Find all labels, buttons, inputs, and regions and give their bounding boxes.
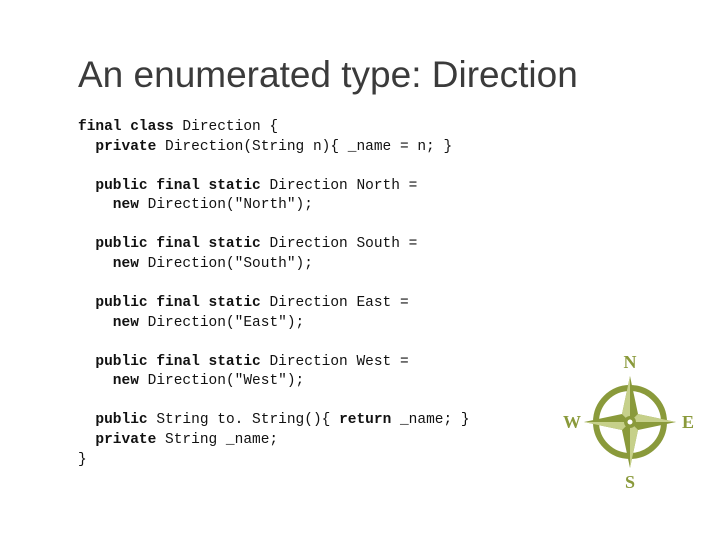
compass-s: S: [625, 472, 635, 492]
code-text: Direction West =: [269, 354, 408, 370]
kw: new: [78, 197, 148, 213]
code-text: Direction("North");: [148, 197, 313, 213]
code-text: [78, 393, 87, 409]
kw: new: [78, 256, 148, 272]
code-text: Direction South =: [269, 236, 417, 252]
kw: public final static: [78, 236, 269, 252]
compass-w: W: [563, 412, 581, 432]
kw: new: [78, 315, 148, 331]
code-text: Direction {: [182, 119, 278, 135]
kw: private: [78, 432, 165, 448]
kw: final class: [78, 119, 182, 135]
code-text: [78, 276, 87, 292]
kw: public: [78, 412, 156, 428]
compass-n: N: [624, 352, 637, 372]
code-text: [78, 158, 87, 174]
code-text: String to. String(){: [156, 412, 339, 428]
code-text: [78, 217, 87, 233]
kw: public final static: [78, 295, 269, 311]
code-text: [78, 334, 87, 350]
code-text: String _name;: [165, 432, 278, 448]
code-text: }: [78, 452, 87, 468]
code-text: Direction(String n){ _name = n; }: [165, 139, 452, 155]
code-text: Direction("East");: [148, 315, 305, 331]
kw: new: [78, 373, 148, 389]
kw: public final static: [78, 178, 269, 194]
code-text: Direction("West");: [148, 373, 305, 389]
code-text: Direction("South");: [148, 256, 313, 272]
kw: public final static: [78, 354, 269, 370]
slide-title: An enumerated type: Direction: [78, 54, 650, 96]
kw: private: [78, 139, 165, 155]
compass-e: E: [682, 412, 694, 432]
kw: return: [339, 412, 400, 428]
compass-icon: N S E W: [560, 352, 700, 492]
code-text: Direction East =: [269, 295, 408, 311]
code-text: _name; }: [400, 412, 470, 428]
code-text: Direction North =: [269, 178, 417, 194]
